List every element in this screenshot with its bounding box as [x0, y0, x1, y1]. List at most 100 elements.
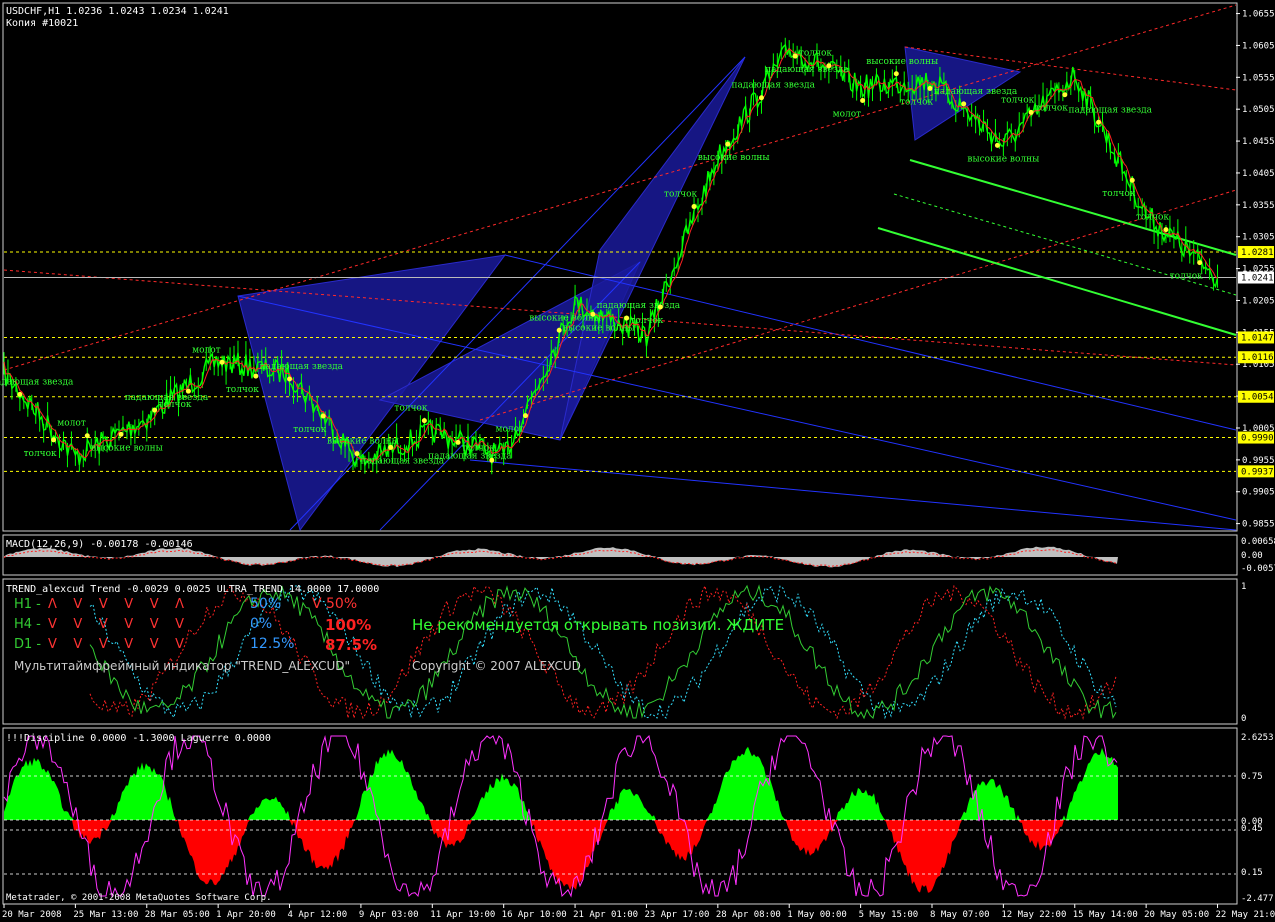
pattern-marker	[522, 413, 528, 419]
pattern-label: толчок	[1136, 213, 1169, 223]
macd-axis-top: 0.00658	[1241, 537, 1275, 547]
trend-row-h4-arrows: V V V V V V	[48, 617, 184, 632]
time-tick-label: 25 Mar 13:00	[73, 910, 138, 920]
pattern-marker	[1096, 119, 1102, 125]
time-tick-label: 1 May 00:00	[787, 910, 847, 920]
trend-axis-bottom: 0	[1241, 714, 1246, 724]
pattern-label: высокие волны	[91, 443, 163, 453]
level-badge-text: 1.0054	[1241, 393, 1274, 403]
pattern-label: толчок	[226, 385, 259, 395]
pattern-marker	[893, 71, 899, 77]
pattern-label: падающая звезда	[260, 362, 344, 372]
pattern-label: молот	[495, 425, 524, 435]
price-tick-label: 1.0405	[1242, 169, 1275, 179]
time-tick-label: 4 Apr 12:00	[288, 910, 348, 920]
pattern-marker	[792, 53, 798, 59]
level-badge-text: 1.0147	[1241, 333, 1274, 343]
pattern-label: падающая звезда	[0, 377, 74, 387]
pattern-marker	[388, 444, 394, 450]
pattern-label: толчок	[1102, 189, 1135, 199]
pattern-label: толчок	[1035, 104, 1068, 114]
price-tick-label: 1.0305	[1242, 233, 1275, 243]
pattern-label: падающая звезда	[597, 301, 681, 311]
pattern-label: высокие волны	[866, 57, 938, 67]
price-tick-label: 1.0605	[1242, 41, 1275, 51]
pattern-marker	[927, 85, 933, 91]
trend-header: TREND_alexcud Trend -0.0029 0.0025 ULTRA…	[6, 584, 379, 595]
pattern-marker	[758, 95, 764, 101]
trend-row-d1-arrows: V V V V V V	[48, 637, 184, 652]
pattern-marker	[354, 451, 360, 457]
time-tick-label: 22 May 21:00	[1216, 910, 1275, 920]
price-tick-label: 0.9855	[1242, 520, 1275, 530]
pattern-label: толчок	[293, 425, 326, 435]
pattern-label: толчок	[158, 400, 191, 410]
trend-row-d1-pct-blue: 12.5%	[250, 636, 294, 652]
pattern-label: высокие волны	[698, 153, 770, 163]
disc-axis-top: 2.6253	[1241, 733, 1274, 743]
pattern-label: толчок	[24, 449, 57, 459]
trend-row-h4-tf: H4 -	[14, 617, 41, 632]
pattern-marker	[590, 311, 596, 317]
price-tick-label: 1.0355	[1242, 201, 1275, 211]
pattern-marker	[657, 304, 663, 310]
time-tick-label: 8 May 07:00	[930, 910, 990, 920]
time-tick-label: 11 Apr 19:00	[430, 910, 495, 920]
pattern-marker	[185, 388, 191, 394]
pattern-label: молот	[57, 419, 86, 429]
pattern-label: толчок	[900, 97, 933, 107]
pattern-marker	[1197, 260, 1203, 266]
pattern-label: высокие волны	[327, 437, 399, 447]
pattern-marker	[1028, 109, 1034, 115]
time-tick-label: 23 Apr 17:00	[644, 910, 709, 920]
level-badge-text: 1.0116	[1241, 353, 1274, 363]
pattern-marker	[860, 98, 866, 104]
pattern-label: толчок	[799, 49, 832, 59]
pattern-label: высокие волны	[529, 313, 601, 323]
time-tick-label: 9 Apr 03:00	[359, 910, 419, 920]
trend-row-h1-pct-blue: 50%	[250, 596, 281, 612]
pattern-marker	[725, 141, 731, 147]
copy-label: Копия #10021	[6, 18, 78, 29]
price-tick-label: 1.0555	[1242, 73, 1275, 83]
trading-terminal-chart[interactable]: падающая звездатолчокмолотвысокие волнып…	[0, 0, 1275, 922]
pattern-marker	[253, 373, 259, 379]
pattern-label: толчок	[1170, 272, 1203, 282]
pattern-marker	[152, 407, 158, 413]
time-tick-label: 15 May 14:00	[1073, 910, 1138, 920]
level-badge-text: 1.0281	[1241, 248, 1274, 258]
discipline-footer: Metatrader, © 2001-2008 MetaQuotes Softw…	[6, 893, 272, 903]
pattern-label: высокие волны	[563, 323, 635, 333]
discipline-label: !!!Discipline 0.0000 -1.3000 Laguerre 0.…	[6, 733, 271, 744]
level-badges: 1.0281 1.0241 1.0147 1.0116 1.0054 0.9990 0.99…	[1238, 246, 1274, 478]
trend-axis-top: 1	[1241, 582, 1246, 592]
price-tick-label: 0.9955	[1242, 456, 1275, 466]
time-tick-label: 12 May 22:00	[1001, 910, 1066, 920]
pattern-label: толчок	[630, 316, 663, 326]
trend-description: Мультитаймфреймный индикатор "TREND_ALEX…	[14, 659, 350, 673]
price-tick-label: 1.0455	[1242, 137, 1275, 147]
pattern-marker	[118, 431, 124, 437]
symbol-header: USDCHF,H1 1.0236 1.0243 1.0234 1.0241	[6, 6, 229, 17]
pattern-marker	[826, 63, 832, 69]
pattern-marker	[455, 439, 461, 445]
pattern-label: толчок	[1001, 95, 1034, 105]
trend-row-h1-pct-red: V 50%	[312, 596, 357, 612]
trend-row-d1-pct-red: 87.5%	[325, 636, 377, 654]
pattern-marker	[219, 359, 225, 365]
disc-axis-045: 0.45	[1241, 824, 1263, 834]
pattern-label: падающая звезда	[731, 81, 815, 91]
level-badge-text: 0.9990	[1241, 434, 1274, 444]
trend-copyright: Copyright © 2007 ALEXCUD	[412, 659, 581, 673]
time-tick-label: 20 May 05:00	[1144, 910, 1209, 920]
trend-message: Не рекомендуется открывать позизии. ЖДИТ…	[412, 616, 784, 634]
time-tick-label: 5 May 15:00	[859, 910, 919, 920]
pattern-marker	[961, 101, 967, 107]
pattern-marker	[489, 457, 495, 463]
trend-row-h1-tf: H1 -	[14, 597, 41, 612]
pattern-label: молот	[833, 110, 862, 120]
trend-row-d1-tf: D1 -	[14, 637, 41, 652]
pattern-label: молот	[192, 345, 221, 355]
level-badge-text: 1.0241	[1241, 274, 1274, 284]
pattern-label: толчок	[462, 443, 495, 453]
